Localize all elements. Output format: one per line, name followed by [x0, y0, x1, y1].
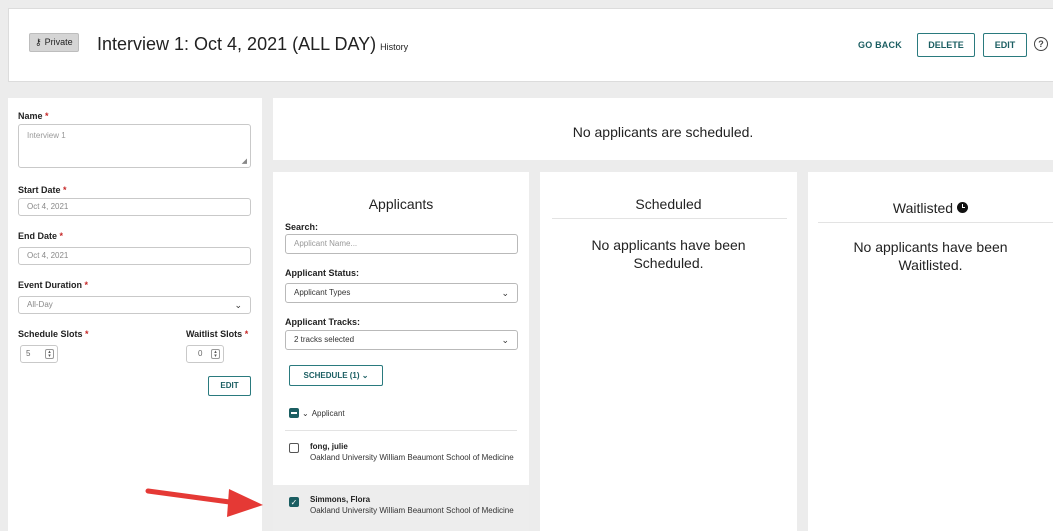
event-duration-select[interactable]: All-Day ⌄ — [18, 296, 251, 314]
start-date-field[interactable]: Oct 4, 2021 — [18, 198, 251, 216]
stepper-arrows-icon[interactable]: ▴ ▾ — [211, 349, 220, 359]
waitlisted-column: Waitlisted No applicants have been Waitl… — [808, 172, 1053, 531]
scheduled-banner: No applicants are scheduled. — [273, 98, 1053, 160]
waitlist-slots-stepper[interactable]: 0 ▴ ▾ — [186, 345, 224, 363]
private-badge: ⚷ Private — [29, 33, 79, 52]
select-all-checkbox[interactable] — [289, 408, 299, 418]
applicant-column-header: ⌄ Applicant — [289, 408, 345, 418]
applicant-status-select[interactable]: Applicant Types ⌄ — [285, 283, 518, 303]
row-checkbox[interactable]: ✓ — [289, 497, 299, 507]
private-label: Private — [44, 37, 73, 47]
applicant-status-label: Applicant Status: — [285, 268, 360, 278]
resize-grip-icon[interactable]: ◢ — [242, 157, 247, 165]
divider — [818, 222, 1053, 223]
event-duration-label: Event Duration * — [18, 280, 89, 290]
scheduled-column: Scheduled No applicants have been Schedu… — [540, 172, 797, 531]
clock-icon — [957, 201, 969, 213]
help-icon[interactable]: ? — [1034, 37, 1048, 51]
applicant-tracks-label: Applicant Tracks: — [285, 317, 361, 327]
waitlist-slots-label: Waitlist Slots * — [186, 329, 249, 339]
waitlisted-empty-message: No applicants have been Waitlisted. — [853, 239, 1008, 273]
history-link[interactable]: History — [380, 42, 408, 52]
end-date-label: End Date * — [18, 231, 64, 241]
applicants-title: Applicants — [368, 196, 434, 212]
form-edit-button[interactable]: EDIT — [208, 376, 251, 396]
page-header: ⚷ Private Interview 1: Oct 4, 2021 (ALL … — [8, 8, 1053, 82]
scheduled-title: Scheduled — [635, 196, 702, 212]
row-checkbox[interactable] — [289, 443, 299, 453]
edit-button[interactable]: EDIT — [983, 33, 1027, 57]
name-field[interactable]: Interview 1 ◢ — [18, 124, 251, 168]
go-back-link[interactable]: GO BACK — [858, 40, 902, 50]
key-icon: ⚷ — [35, 37, 42, 47]
delete-button[interactable]: DELETE — [917, 33, 975, 57]
page-title: Interview 1: Oct 4, 2021 (ALL DAY) Histor… — [97, 33, 408, 58]
scheduled-empty-message: No applicants have been Scheduled. — [591, 237, 746, 271]
chevron-down-icon: ⌄ — [234, 300, 242, 310]
sort-chevron-icon[interactable]: ⌄ — [302, 409, 309, 418]
list-item[interactable]: fong, julie Oakland University William B… — [273, 430, 529, 484]
applicant-search-input[interactable]: Applicant Name... — [285, 234, 518, 254]
schedule-slots-stepper[interactable]: 5 ▴ ▾ — [20, 345, 58, 363]
chevron-down-icon: ⌄ — [501, 288, 509, 298]
list-item[interactable]: ✓ Simmons, Flora Oakland University Will… — [273, 485, 529, 531]
event-details-panel: Name * Interview 1 ◢ Start Date * Oct 4,… — [8, 98, 262, 531]
schedule-button[interactable]: SCHEDULE (1) ⌄ — [289, 365, 383, 386]
applicant-tracks-select[interactable]: 2 tracks selected ⌄ — [285, 330, 518, 350]
banner-text: No applicants are scheduled. — [572, 124, 754, 140]
divider — [552, 218, 787, 219]
waitlisted-title: Waitlisted — [808, 200, 1053, 216]
name-label: Name * — [18, 111, 49, 121]
search-label: Search: — [285, 222, 319, 232]
chevron-down-icon: ⌄ — [501, 335, 509, 345]
applicants-column: Applicants Search: Applicant Name... App… — [273, 172, 529, 531]
start-date-label: Start Date * — [18, 185, 67, 195]
event-title: Interview 1: Oct 4, 2021 (ALL DAY) — [97, 34, 377, 54]
schedule-slots-label: Schedule Slots * — [18, 329, 89, 339]
end-date-field[interactable]: Oct 4, 2021 — [18, 247, 251, 265]
stepper-arrows-icon[interactable]: ▴ ▾ — [45, 349, 54, 359]
annotation-arrow-icon — [145, 488, 263, 517]
